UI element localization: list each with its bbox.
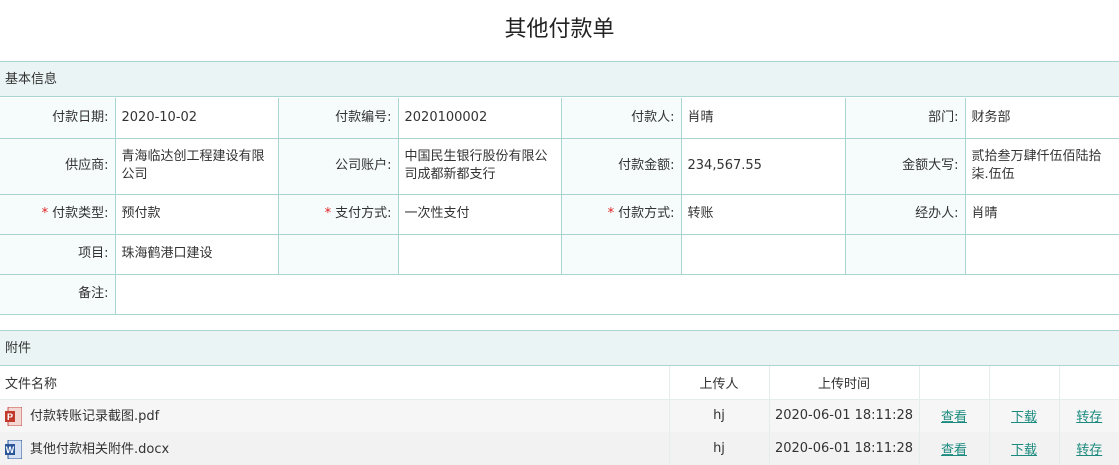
column-header-empty: [1058, 366, 1119, 400]
payment-date-value: 2020-10-02: [114, 98, 279, 139]
amount-value: 234,567.55: [680, 137, 846, 195]
attachments-table: 文件名称 上传人 上传时间 P 付款转账记录截图.pdf hj 2020-06-…: [0, 366, 1119, 465]
pay-method-label-text: 支付方式:: [335, 206, 392, 221]
view-link[interactable]: 查看: [941, 410, 967, 425]
pdf-icon: P: [5, 406, 23, 427]
view-cell: 查看: [918, 432, 989, 465]
save-link[interactable]: 转存: [1076, 443, 1102, 458]
required-mark: *: [41, 206, 49, 221]
upload-time-cell: 2020-06-01 18:11:28: [768, 399, 919, 432]
department-value: 财务部: [964, 98, 1119, 139]
attachments-section-header: 附件: [0, 330, 1119, 366]
payer-label: 付款人:: [560, 98, 682, 139]
empty-cell: [680, 233, 846, 275]
page-title: 其他付款单: [504, 17, 615, 42]
table-row: W 其他付款相关附件.docx hj 2020-06-01 18:11:28 查…: [0, 432, 1119, 465]
upload-time-cell: 2020-06-01 18:11:28: [768, 432, 919, 465]
column-header-empty: [988, 366, 1059, 400]
pay-method-label: * 支付方式:: [277, 193, 399, 235]
column-header-name: 文件名称: [0, 366, 669, 400]
payment-type-label: * 付款类型:: [0, 193, 116, 235]
supplier-value: 青海临达创工程建设有限公司: [114, 137, 279, 195]
payment-way-label: * 付款方式:: [560, 193, 682, 235]
empty-cell: [964, 233, 1119, 275]
required-mark: *: [607, 206, 615, 221]
project-label: 项目:: [0, 233, 116, 275]
payment-no-label: 付款编号:: [277, 98, 399, 139]
project-value: 珠海鹤港口建设: [114, 233, 279, 275]
basic-info-section-header: 基本信息: [0, 61, 1119, 97]
payment-way-label-text: 付款方式:: [618, 206, 675, 221]
remark-value: [114, 273, 1119, 315]
required-mark: *: [324, 206, 332, 221]
svg-text:W: W: [6, 445, 15, 455]
download-cell: 下载: [988, 399, 1059, 432]
pay-method-value: 一次性支付: [397, 193, 562, 235]
word-icon: W: [5, 439, 23, 460]
company-account-label: 公司账户:: [277, 137, 399, 195]
download-link[interactable]: 下载: [1011, 443, 1037, 458]
file-name-cell: P 付款转账记录截图.pdf: [0, 399, 669, 432]
payment-date-label: 付款日期:: [0, 98, 116, 139]
payer-value: 肖晴: [680, 98, 846, 139]
uploader-cell: hj: [668, 432, 769, 465]
column-header-upload-time: 上传时间: [768, 366, 919, 400]
file-name-cell: W 其他付款相关附件.docx: [0, 432, 669, 465]
download-link[interactable]: 下载: [1011, 410, 1037, 425]
payment-way-value: 转账: [680, 193, 846, 235]
view-cell: 查看: [918, 399, 989, 432]
department-label: 部门:: [844, 98, 966, 139]
amount-label: 付款金额:: [560, 137, 682, 195]
save-cell: 转存: [1058, 399, 1119, 432]
download-cell: 下载: [988, 432, 1059, 465]
company-account-value: 中国民生银行股份有限公司成都新都支行: [397, 137, 562, 195]
column-header-uploader: 上传人: [668, 366, 769, 400]
empty-cell: [277, 233, 399, 275]
supplier-label: 供应商:: [0, 137, 116, 195]
file-name[interactable]: 其他付款相关附件.docx: [30, 442, 169, 457]
uploader-cell: hj: [668, 399, 769, 432]
amount-words-label: 金额大写:: [844, 137, 966, 195]
save-link[interactable]: 转存: [1076, 410, 1102, 425]
payment-type-label-text: 付款类型:: [52, 206, 109, 221]
payment-type-value: 预付款: [114, 193, 279, 235]
empty-cell: [560, 233, 682, 275]
amount-words-value: 贰拾叁万肆仟伍佰陆拾柒.伍伍: [964, 137, 1119, 195]
column-header-empty: [918, 366, 989, 400]
payment-no-value: 2020100002: [397, 98, 562, 139]
remark-label: 备注:: [0, 273, 116, 315]
handler-value: 肖晴: [964, 193, 1119, 235]
view-link[interactable]: 查看: [941, 443, 967, 458]
table-row: P 付款转账记录截图.pdf hj 2020-06-01 18:11:28 查看…: [0, 399, 1119, 432]
basic-info-table: 付款日期: 2020-10-02 付款编号: 2020100002 付款人: 肖…: [0, 98, 1119, 315]
save-cell: 转存: [1058, 432, 1119, 465]
svg-text:P: P: [7, 412, 13, 422]
empty-cell: [844, 233, 966, 275]
empty-cell: [397, 233, 562, 275]
file-name[interactable]: 付款转账记录截图.pdf: [30, 409, 159, 424]
handler-label: 经办人:: [844, 193, 966, 235]
